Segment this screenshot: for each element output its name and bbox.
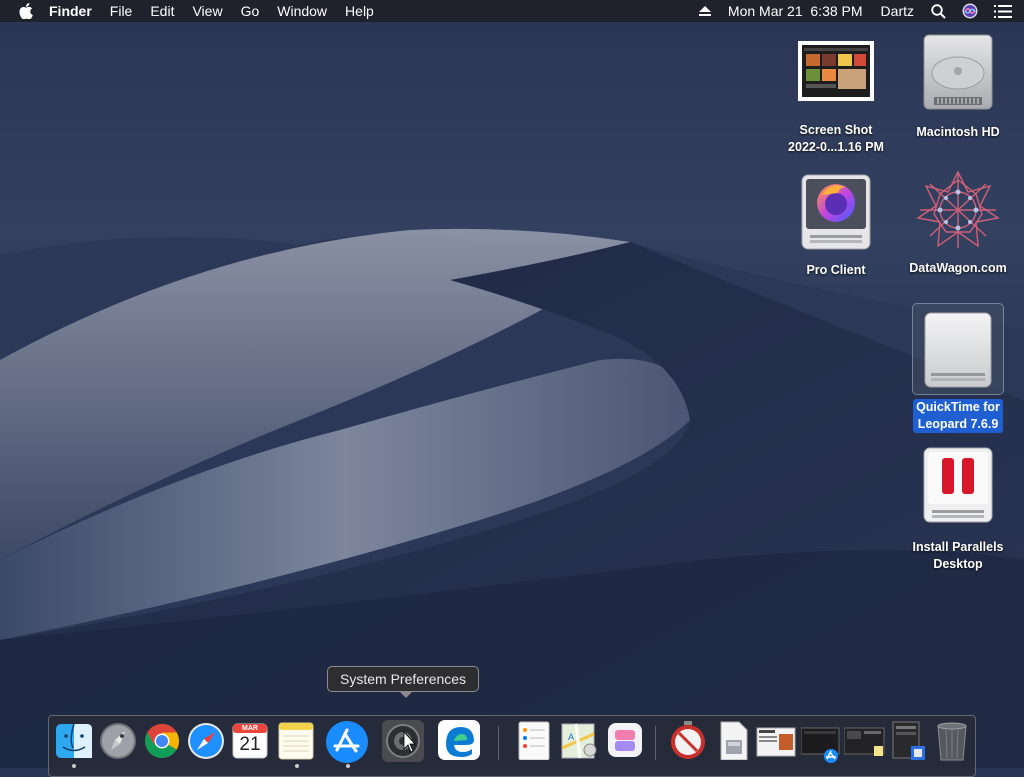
desktop-icon-label: 2022-0...1.16 PM bbox=[788, 140, 884, 154]
running-indicator bbox=[72, 764, 76, 768]
menu-clock[interactable]: Mon Mar 21 6:38 PM bbox=[719, 0, 872, 22]
disk-image-icon bbox=[924, 312, 992, 388]
dock-item-system-preferences[interactable] bbox=[381, 720, 424, 762]
time-machine-icon bbox=[671, 721, 705, 759]
control-strip-icon bbox=[994, 4, 1012, 18]
desktop-icon-quicktime[interactable]: QuickTime for Leopard 7.6.9 bbox=[898, 303, 1018, 433]
dock-item-archive[interactable] bbox=[713, 720, 755, 762]
dock-item-launchpad[interactable] bbox=[98, 720, 140, 762]
menu-window[interactable]: Window bbox=[268, 0, 336, 22]
svg-text:A: A bbox=[568, 733, 575, 743]
desktop-icon-pro-client[interactable]: Pro Client bbox=[776, 172, 896, 279]
parallels-installer-icon bbox=[923, 447, 993, 523]
control-strip-button[interactable] bbox=[986, 0, 1024, 22]
dock-item-document-stack[interactable] bbox=[889, 720, 931, 762]
running-indicator bbox=[295, 764, 299, 768]
reminders-icon bbox=[518, 721, 550, 761]
dock-item-dark-screenshot-stack[interactable] bbox=[843, 720, 886, 762]
desktop-icon-label: DataWagon.com bbox=[909, 261, 1007, 275]
edge-icon bbox=[438, 720, 480, 760]
dock-item-finder[interactable] bbox=[54, 720, 96, 762]
desktop-icon-parallels[interactable]: Install Parallels Desktop bbox=[898, 445, 1018, 573]
dock-separator bbox=[655, 726, 656, 760]
apple-menu[interactable] bbox=[12, 3, 40, 19]
finder-icon bbox=[56, 723, 92, 758]
desktop-icon-label: Leopard 7.6.9 bbox=[917, 417, 999, 431]
dock-item-app-folder-stack[interactable] bbox=[800, 720, 843, 763]
eject-menu[interactable] bbox=[691, 0, 719, 22]
spotlight-button[interactable] bbox=[923, 0, 954, 22]
desktop-icon-label: QuickTime for bbox=[916, 400, 1000, 414]
dock-item-app-store[interactable] bbox=[325, 720, 368, 763]
desktop-icon-selected-label: QuickTime for Leopard 7.6.9 bbox=[913, 399, 1003, 433]
spotlight-search-icon bbox=[931, 3, 946, 19]
dock-item-reminders[interactable] bbox=[513, 720, 555, 762]
desktop-icon-datawagon[interactable]: DataWagon.com bbox=[898, 170, 1018, 277]
siri-icon bbox=[962, 3, 978, 19]
running-indicator bbox=[346, 764, 350, 768]
dock-item-shortcuts[interactable] bbox=[605, 720, 647, 762]
maps-icon: A bbox=[561, 723, 597, 759]
menu-go[interactable]: Go bbox=[232, 0, 269, 22]
firefox-disk-image-icon bbox=[801, 174, 871, 250]
dark-screenshot-stack-icon bbox=[843, 727, 885, 756]
dock-tooltip: System Preferences bbox=[327, 666, 480, 698]
eject-icon bbox=[698, 6, 711, 16]
safari-icon bbox=[188, 723, 224, 759]
desktop-icon-label: Macintosh HD bbox=[916, 125, 1000, 139]
system-preferences-icon bbox=[382, 720, 424, 762]
siri-button[interactable] bbox=[954, 0, 986, 22]
desktop-icon-label: Desktop bbox=[933, 557, 983, 571]
menu-file[interactable]: File bbox=[101, 0, 142, 22]
dock-item-time-machine[interactable] bbox=[668, 720, 710, 762]
calendar-month: MAR bbox=[242, 725, 258, 732]
app-store-icon bbox=[326, 721, 368, 763]
notes-icon bbox=[278, 722, 314, 760]
archive-file-icon bbox=[720, 721, 748, 761]
screenshot-stack-icon bbox=[756, 727, 796, 757]
apple-icon bbox=[19, 3, 33, 19]
datawagon-icon bbox=[916, 170, 1000, 248]
menu-help[interactable]: Help bbox=[336, 0, 383, 22]
dock-item-edge[interactable] bbox=[437, 720, 480, 762]
dock-item-calendar[interactable]: MAR 21 bbox=[230, 720, 272, 762]
calendar-day: 21 bbox=[239, 734, 261, 755]
desktop-icon-macintosh-hd[interactable]: Macintosh HD bbox=[898, 32, 1018, 141]
desktop-icon-screenshot[interactable]: Screen Shot 2022-0...1.16 PM bbox=[776, 40, 896, 156]
chrome-icon bbox=[145, 724, 179, 758]
dock-item-safari[interactable] bbox=[186, 720, 228, 762]
desktop-icon-label: Pro Client bbox=[806, 263, 866, 277]
desktop-icon-label: Install Parallels bbox=[912, 540, 1004, 554]
menu-bar: Finder File Edit View Go Window Help Mon… bbox=[0, 0, 1024, 22]
menu-edit[interactable]: Edit bbox=[141, 0, 183, 22]
app-folder-stack-icon bbox=[800, 727, 840, 763]
launchpad-icon bbox=[100, 723, 136, 759]
dock-item-maps[interactable]: A bbox=[558, 720, 600, 762]
menu-user[interactable]: Dartz bbox=[872, 0, 923, 22]
dock-separator bbox=[498, 726, 499, 760]
dock-item-screenshot-stack[interactable] bbox=[755, 720, 797, 762]
dock-item-chrome[interactable] bbox=[142, 720, 184, 762]
dock-item-notes[interactable] bbox=[276, 720, 318, 762]
hard-drive-icon bbox=[923, 34, 993, 110]
menu-app-name[interactable]: Finder bbox=[40, 0, 101, 22]
shortcuts-icon bbox=[608, 723, 642, 757]
document-stack-icon bbox=[892, 721, 925, 760]
trash-icon bbox=[937, 722, 967, 761]
desktop-icon-label: Screen Shot bbox=[799, 123, 873, 137]
screenshot-thumbnail-icon bbox=[798, 41, 874, 101]
dock-item-trash[interactable] bbox=[932, 720, 974, 762]
menu-view[interactable]: View bbox=[183, 0, 231, 22]
